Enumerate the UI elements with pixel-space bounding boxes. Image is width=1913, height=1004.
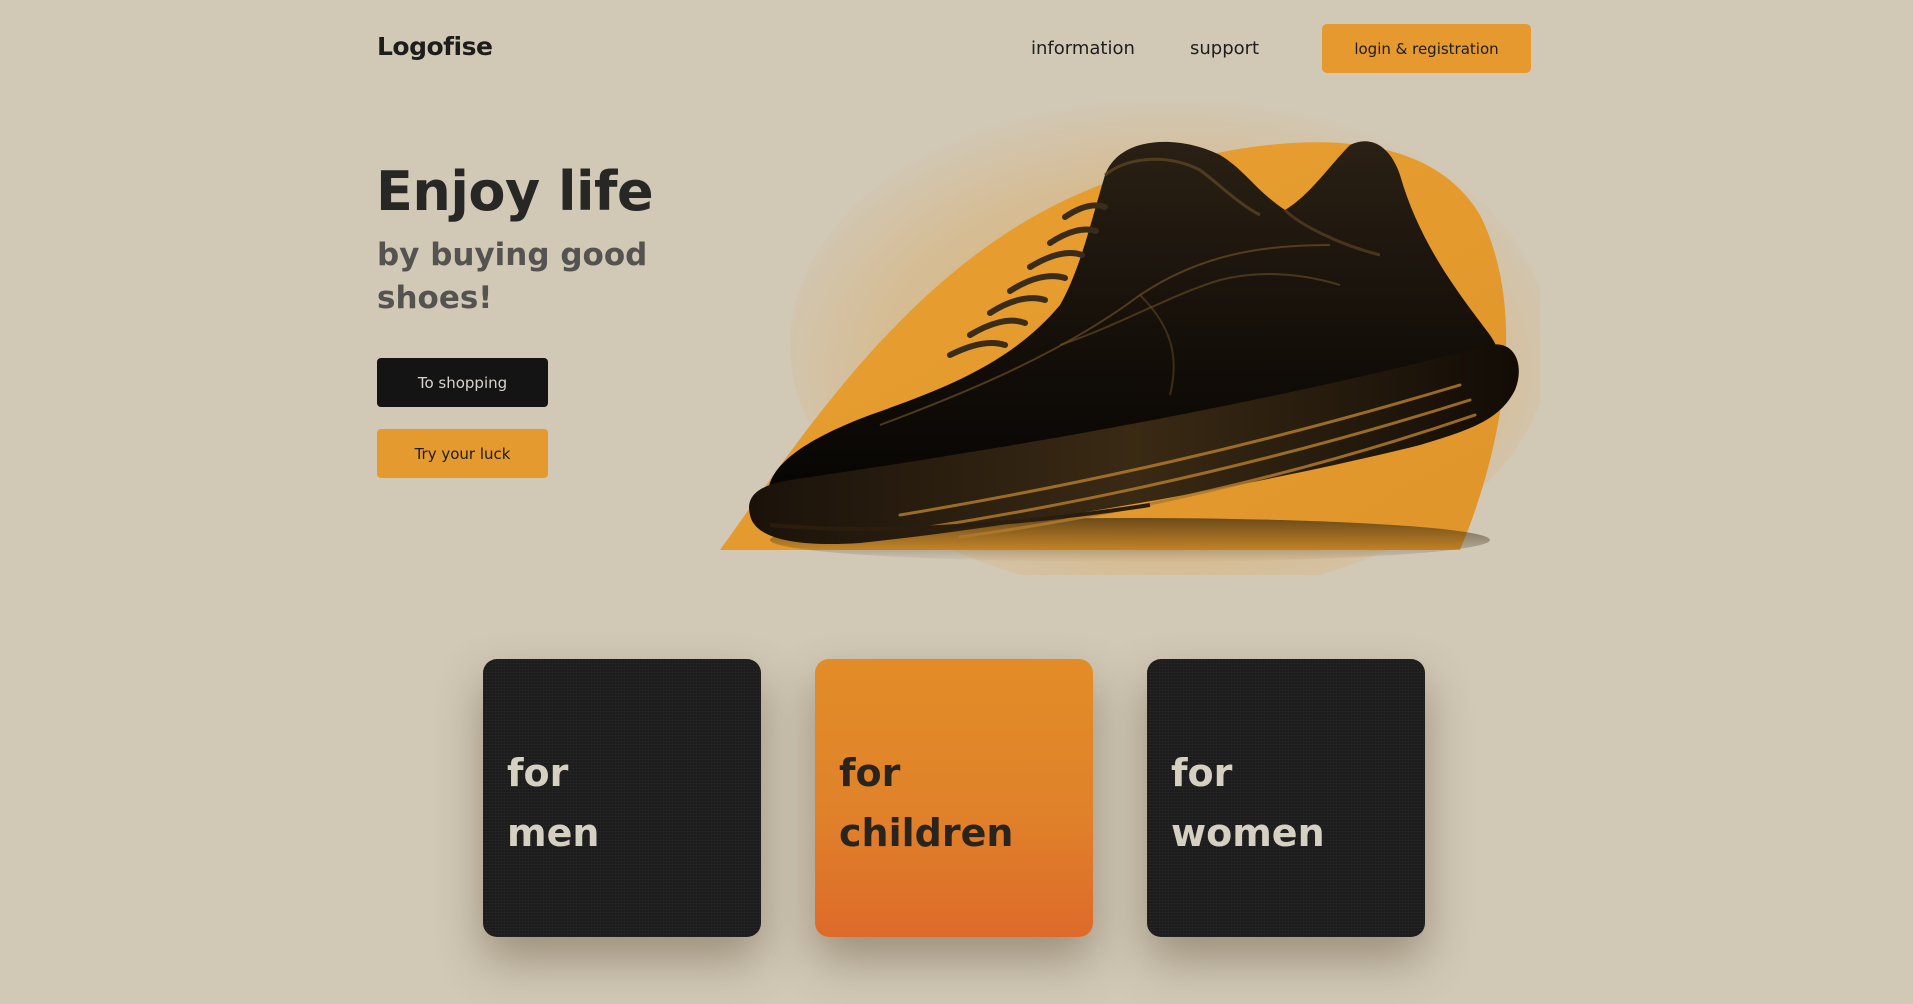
- category-card-children[interactable]: for children: [815, 659, 1093, 937]
- category-label-line1: for: [507, 751, 569, 795]
- shoe-illustration: [720, 95, 1540, 575]
- try-your-luck-button[interactable]: Try your luck: [377, 429, 548, 478]
- category-label-line2: men: [507, 811, 600, 855]
- login-registration-button[interactable]: login & registration: [1322, 24, 1531, 73]
- nav-link-information[interactable]: information: [1031, 38, 1135, 59]
- category-label-line2: children: [839, 811, 1014, 855]
- category-label-women: for women: [1171, 743, 1325, 863]
- hero-subtitle: by buying good shoes!: [377, 237, 648, 316]
- category-label-line1: for: [1171, 751, 1233, 795]
- category-card-men[interactable]: for men: [483, 659, 761, 937]
- nav-link-support[interactable]: support: [1190, 38, 1259, 59]
- category-label-line1: for: [839, 751, 901, 795]
- to-shopping-button[interactable]: To shopping: [377, 358, 548, 407]
- category-label-men: for men: [507, 743, 599, 863]
- category-label-line2: women: [1171, 811, 1325, 855]
- category-label-children: for children: [839, 743, 1013, 863]
- logo[interactable]: Logofise: [377, 32, 493, 61]
- category-card-women[interactable]: for women: [1147, 659, 1425, 937]
- hero-title: Enjoy life: [376, 160, 654, 223]
